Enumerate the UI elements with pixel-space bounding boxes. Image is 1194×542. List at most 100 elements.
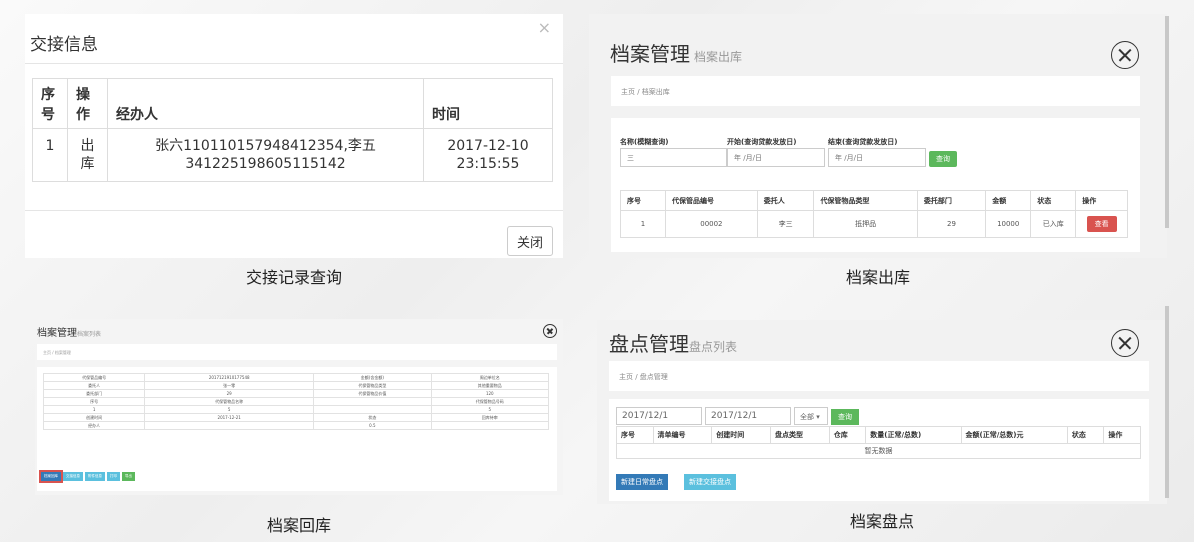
date-to-input[interactable]: 2017/12/1 bbox=[705, 407, 791, 425]
type-select[interactable]: 全部 ▾ bbox=[794, 407, 828, 425]
col-created: 创建时间 bbox=[711, 426, 772, 444]
export-button[interactable]: 导出 bbox=[122, 472, 135, 481]
inventory-box: 2017/12/1 2017/12/1 全部 ▾ 查询 序号 清单编号 创建时间… bbox=[609, 399, 1149, 501]
name-label: 名称(模糊查询) bbox=[620, 138, 669, 146]
search-box: 名称(模糊查询) 三 开始(查询贷款发放日) 年 /月/日 结束(查询贷款发放日… bbox=[611, 118, 1140, 252]
cell-handler: 张六110110157948412354,李五 3412251986051151… bbox=[107, 128, 424, 182]
table-row: 代保管品编号 2017121910177548 金额(含金额) 周边单位名 bbox=[42, 373, 550, 382]
query-button[interactable]: 查询 bbox=[929, 151, 957, 167]
start-date-input[interactable]: 年 /月/日 bbox=[727, 148, 825, 167]
new-daily-inventory-button[interactable]: 新建日常盘点 bbox=[616, 474, 668, 490]
attachment-info-button[interactable]: 附件信息 bbox=[85, 472, 105, 481]
divider bbox=[25, 210, 563, 211]
col-list-no: 清单编号 bbox=[652, 426, 713, 444]
table-row: 创建时间 2017-12-21 状态 回库待审 bbox=[42, 413, 550, 422]
close-circle-icon[interactable] bbox=[1111, 329, 1139, 357]
col-client: 委托人 bbox=[756, 190, 815, 211]
breadcrumb: 主页 / 档案管理 bbox=[37, 344, 557, 360]
col-type: 代保管物品类型 bbox=[813, 190, 918, 211]
table-row: 155 bbox=[42, 405, 550, 414]
end-date-input[interactable]: 年 /月/日 bbox=[828, 148, 926, 167]
table-header-row: 序号 操作 经办人 时间 bbox=[32, 78, 553, 129]
new-handover-inventory-button[interactable]: 新建交接盘点 bbox=[684, 474, 736, 490]
close-icon[interactable]: × bbox=[538, 18, 551, 37]
view-button[interactable]: 查看 bbox=[1086, 216, 1117, 232]
col-type: 盘点类型 bbox=[770, 426, 830, 444]
table-row: 序号 代保管物品名称 代保管物品号码 bbox=[42, 397, 550, 406]
handover-info-button[interactable]: 交接信息 bbox=[63, 472, 83, 481]
caption-archive-return: 档案回库 bbox=[266, 516, 331, 535]
cell-index: 1 bbox=[32, 128, 68, 182]
col-index: 序号 bbox=[619, 190, 667, 211]
page-title: 档案管理 档案出库 bbox=[610, 42, 743, 66]
handler-line-2: 341225198605115142 bbox=[185, 156, 346, 172]
col-action: 操作 bbox=[67, 78, 108, 129]
chevron-down-icon: ▾ bbox=[816, 413, 820, 421]
col-handler: 经办人 bbox=[107, 78, 424, 129]
page-subtitle: 档案列表 bbox=[77, 331, 102, 338]
page-title: 档案管理档案列表 bbox=[37, 328, 102, 339]
end-label: 结束(查询贷款发放日) bbox=[828, 138, 898, 146]
table-header-row: 序号 代保管品编号 委托人 代保管物品类型 委托部门 金额 状态 操作 bbox=[619, 190, 1128, 211]
close-circle-icon[interactable] bbox=[1111, 41, 1139, 69]
col-amount: 金额(正常/总数)元 bbox=[960, 426, 1068, 444]
start-label: 开始(查询贷款发放日) bbox=[727, 138, 797, 146]
empty-row: 暂无数据 bbox=[616, 443, 1141, 459]
close-circle-icon[interactable] bbox=[543, 324, 557, 338]
page-title: 盘点管理盘点列表 bbox=[609, 332, 738, 356]
table-row: 1 00002 李三 抵押品 29 10000 已入库 查看 bbox=[619, 210, 1128, 238]
handover-info-dialog: 交接信息 × 序号 操作 经办人 时间 1 出库 张六1101101579484… bbox=[25, 14, 563, 258]
col-index: 序号 bbox=[32, 78, 68, 129]
page-subtitle: 盘点列表 bbox=[689, 340, 738, 354]
detail-box: 代保管品编号 2017121910177548 金额(含金额) 周边单位名 委托人 张一… bbox=[37, 367, 557, 491]
close-button[interactable]: 关闭 bbox=[507, 226, 553, 256]
query-button[interactable]: 查询 bbox=[831, 409, 859, 425]
return-archive-button[interactable]: 档案回库 bbox=[39, 470, 63, 483]
col-status: 状态 bbox=[1066, 426, 1105, 444]
cell-amount: 10000 bbox=[985, 210, 1032, 238]
table-row: 1 出库 张六110110157948412354,李五 34122519860… bbox=[32, 128, 553, 182]
table-row: 委托部门 29 代保管物品价值 120 bbox=[42, 389, 550, 398]
detail-table: 代保管品编号 2017121910177548 金额(含金额) 周边单位名 委托人 张一… bbox=[42, 373, 550, 430]
cell-time: 2017-12-10 23:15:55 bbox=[423, 128, 553, 182]
scrollbar[interactable] bbox=[1165, 16, 1169, 228]
cell-index: 1 bbox=[619, 210, 667, 238]
cell-op: 查看 bbox=[1075, 210, 1128, 238]
col-warehouse: 仓库 bbox=[828, 426, 867, 444]
col-time: 时间 bbox=[423, 78, 553, 129]
archive-outbound-panel: 档案管理 档案出库 主页 / 档案出库 名称(模糊查询) 三 开始(查询贷款发放日… bbox=[589, 14, 1167, 258]
cell-type: 抵押品 bbox=[813, 210, 918, 238]
table-row: 经办人 0.5 bbox=[42, 421, 550, 430]
cell-code: 00002 bbox=[665, 210, 758, 238]
col-code: 代保管品编号 bbox=[665, 190, 758, 211]
col-amount: 金额 bbox=[985, 190, 1032, 211]
breadcrumb: 主页 / 盘点管理 bbox=[609, 361, 1149, 391]
col-dept: 委托部门 bbox=[916, 190, 987, 211]
caption-archive-outbound: 档案出库 bbox=[845, 268, 910, 287]
inventory-panel: 盘点管理盘点列表 主页 / 盘点管理 2017/12/1 2017/12/1 全… bbox=[597, 320, 1167, 504]
col-op: 操作 bbox=[1103, 426, 1141, 444]
time-date: 2017-12-10 bbox=[447, 138, 529, 154]
action-buttons: 档案回库 交接信息 附件信息 打印 导出 bbox=[39, 470, 135, 483]
col-status: 状态 bbox=[1030, 190, 1077, 211]
caption-inventory: 档案盘点 bbox=[849, 512, 914, 531]
table-header-row: 序号 清单编号 创建时间 盘点类型 仓库 数量(正常/总数) 金额(正常/总数)… bbox=[616, 426, 1141, 444]
dialog-title: 交接信息 bbox=[30, 35, 98, 55]
table-row: 委托人 张一零 代保管物品类型 其他重要物品 bbox=[42, 381, 550, 390]
archive-table: 序号 代保管品编号 委托人 代保管物品类型 委托部门 金额 状态 操作 1 00… bbox=[619, 190, 1128, 238]
caption-handover-query: 交接记录查询 bbox=[245, 268, 342, 287]
archive-return-panel: 档案管理档案列表 主页 / 档案管理 代保管品编号 201712191017754… bbox=[35, 319, 563, 495]
col-index: 序号 bbox=[616, 426, 654, 444]
inventory-table: 序号 清单编号 创建时间 盘点类型 仓库 数量(正常/总数) 金额(正常/总数)… bbox=[616, 426, 1141, 459]
page-subtitle: 档案出库 bbox=[694, 50, 743, 64]
handover-table: 序号 操作 经办人 时间 1 出库 张六110110157948412354,李… bbox=[32, 78, 553, 182]
empty-text: 暂无数据 bbox=[616, 443, 1141, 459]
print-button[interactable]: 打印 bbox=[107, 472, 120, 481]
col-qty: 数量(正常/总数) bbox=[865, 426, 962, 444]
scrollbar[interactable] bbox=[1165, 306, 1169, 498]
name-input[interactable]: 三 bbox=[620, 148, 727, 167]
date-from-input[interactable]: 2017/12/1 bbox=[616, 407, 702, 425]
breadcrumb: 主页 / 档案出库 bbox=[611, 76, 1140, 106]
cell-status: 已入库 bbox=[1030, 210, 1077, 238]
handler-line-1: 张六110110157948412354,李五 bbox=[155, 138, 376, 154]
